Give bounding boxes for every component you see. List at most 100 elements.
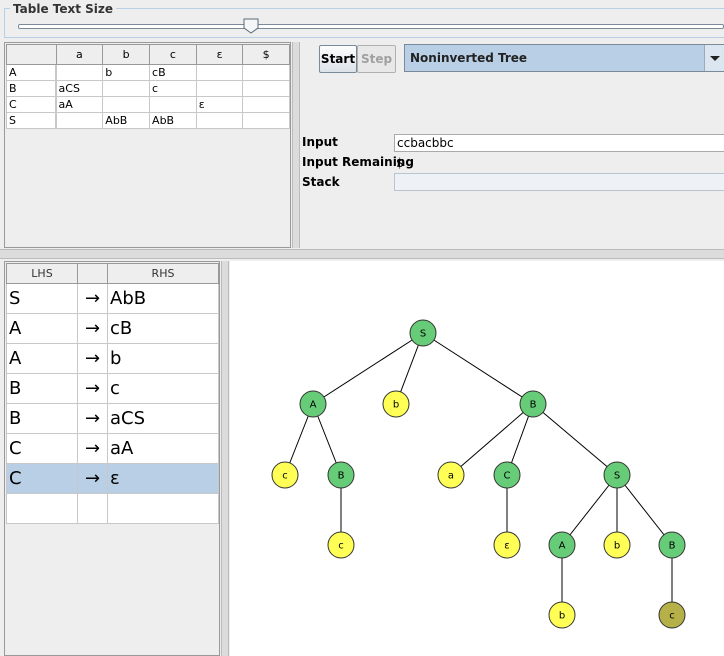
- parse-table-row: C aA ε: [6, 96, 290, 113]
- production-rhs[interactable]: ε: [107, 463, 219, 494]
- tree-edge: [312, 332, 424, 405]
- parse-cell[interactable]: [102, 80, 151, 97]
- step-button[interactable]: Step: [357, 45, 396, 73]
- tree-node-label: b: [559, 611, 565, 622]
- parse-cell[interactable]: AbB: [149, 112, 197, 129]
- production-lhs[interactable]: B: [6, 373, 78, 404]
- parse-cell[interactable]: [149, 96, 197, 113]
- parse-cell[interactable]: [55, 64, 104, 81]
- parse-cell[interactable]: aA: [55, 96, 104, 113]
- production-rhs[interactable]: cB: [107, 313, 219, 344]
- production-lhs[interactable]: A: [6, 343, 78, 374]
- production-lhs[interactable]: C: [6, 433, 78, 464]
- tree-node-label: S: [614, 471, 620, 482]
- tree-node-terminal[interactable]: b: [548, 601, 576, 629]
- parse-cell[interactable]: aCS: [55, 80, 104, 97]
- parse-col-header[interactable]: ε: [195, 44, 244, 65]
- tree-edge: [532, 403, 618, 476]
- production-lhs[interactable]: C: [6, 463, 78, 494]
- view-mode-dropdown[interactable]: Noninverted Tree: [404, 44, 724, 72]
- tree-node-terminal[interactable]: b: [603, 531, 631, 559]
- dropdown-arrow[interactable]: [704, 45, 724, 71]
- tree-node-nonterminal[interactable]: S: [409, 319, 437, 347]
- parse-row-head: S: [6, 112, 56, 129]
- parse-cell[interactable]: AbB: [102, 112, 151, 129]
- lhs-header[interactable]: LHS: [6, 263, 78, 284]
- production-row[interactable]: S → AbB: [6, 283, 219, 314]
- tree-node-nonterminal[interactable]: B: [519, 390, 547, 418]
- parse-row-head: A: [6, 64, 56, 81]
- production-rhs[interactable]: aCS: [107, 403, 219, 434]
- production-arrow: →: [77, 373, 108, 404]
- production-row[interactable]: A → b: [6, 343, 219, 374]
- parse-cell[interactable]: [242, 112, 290, 129]
- stack-field: [394, 173, 724, 191]
- production-lhs[interactable]: S: [6, 283, 78, 314]
- parse-cell[interactable]: [55, 112, 104, 129]
- production-row[interactable]: B → aCS: [6, 403, 219, 434]
- parse-cell[interactable]: [242, 64, 290, 81]
- tree-node-terminal[interactable]: ε: [493, 531, 521, 559]
- parser-controls-panel: Start Step Noninverted Tree Input ccbacb…: [302, 42, 724, 248]
- production-row[interactable]: B → c: [6, 373, 219, 404]
- chevron-down-icon: [710, 56, 720, 61]
- production-rhs[interactable]: c: [107, 373, 219, 404]
- bottom-vertical-split-divider[interactable]: [221, 261, 229, 656]
- input-field[interactable]: ccbacbbc: [394, 134, 724, 152]
- tree-node-nonterminal[interactable]: C: [493, 461, 521, 489]
- tree-node-nonterminal[interactable]: B: [658, 531, 686, 559]
- production-row-empty[interactable]: [6, 493, 219, 524]
- production-lhs[interactable]: A: [6, 313, 78, 344]
- parse-cell[interactable]: [195, 80, 244, 97]
- tree-node-label: B: [669, 541, 676, 552]
- parse-cell[interactable]: [242, 96, 290, 113]
- tree-node-label: B: [338, 471, 345, 482]
- production-lhs[interactable]: [6, 493, 78, 524]
- parse-cell[interactable]: [242, 80, 290, 97]
- parse-col-header[interactable]: $: [242, 44, 290, 65]
- production-row[interactable]: C → aA: [6, 433, 219, 464]
- table-text-size-panel: Table Text Size: [0, 0, 724, 42]
- production-lhs[interactable]: B: [6, 403, 78, 434]
- production-row-selected[interactable]: C → ε: [6, 463, 219, 494]
- production-rhs[interactable]: b: [107, 343, 219, 374]
- tree-node-terminal[interactable]: c: [327, 531, 355, 559]
- parse-col-header[interactable]: b: [102, 44, 151, 65]
- parse-col-header[interactable]: c: [149, 44, 197, 65]
- tree-node-label: B: [530, 400, 537, 411]
- text-size-slider-track[interactable]: [18, 24, 724, 29]
- parse-cell[interactable]: [195, 112, 244, 129]
- tree-node-current[interactable]: c: [658, 601, 686, 629]
- tree-node-label: b: [393, 400, 399, 411]
- parse-cell[interactable]: c: [149, 80, 197, 97]
- start-button[interactable]: Start: [319, 45, 357, 73]
- horizontal-split-divider[interactable]: [0, 249, 724, 259]
- parse-tree-canvas[interactable]: S Ab Bc Ba C Sc ε Ab Bb c: [230, 261, 724, 656]
- grammar-panel: LHS RHS S → AbB A → cB A → b B → c B → a…: [4, 261, 220, 656]
- production-rhs[interactable]: AbB: [107, 283, 219, 314]
- tree-node-nonterminal[interactable]: B: [327, 461, 355, 489]
- parse-row-head: C: [6, 96, 56, 113]
- top-vertical-split-divider[interactable]: [292, 42, 300, 248]
- rhs-header[interactable]: RHS: [107, 263, 219, 284]
- parse-tree: S A b Bc Ba C Sc ε Ab Bb c: [271, 319, 686, 629]
- tree-node-terminal[interactable]: c: [271, 461, 299, 489]
- tree-node-nonterminal[interactable]: A: [299, 390, 327, 418]
- text-size-slider-thumb[interactable]: [243, 18, 259, 34]
- parse-col-header[interactable]: a: [55, 44, 104, 65]
- input-remaining-value: $: [396, 156, 404, 170]
- parse-cell[interactable]: ε: [195, 96, 244, 113]
- parse-cell[interactable]: cB: [149, 64, 197, 81]
- production-rhs[interactable]: aA: [107, 433, 219, 464]
- tree-node-nonterminal[interactable]: S: [603, 461, 631, 489]
- arrow-header[interactable]: [77, 263, 108, 284]
- production-rhs[interactable]: [107, 493, 219, 524]
- parse-cell[interactable]: b: [102, 64, 151, 81]
- tree-node-terminal[interactable]: a: [437, 461, 465, 489]
- tree-node-label: C: [504, 471, 511, 482]
- production-row[interactable]: A → cB: [6, 313, 219, 344]
- parse-cell[interactable]: [195, 64, 244, 81]
- tree-node-terminal[interactable]: b: [382, 390, 410, 418]
- tree-node-nonterminal[interactable]: A: [548, 531, 576, 559]
- parse-cell[interactable]: [102, 96, 151, 113]
